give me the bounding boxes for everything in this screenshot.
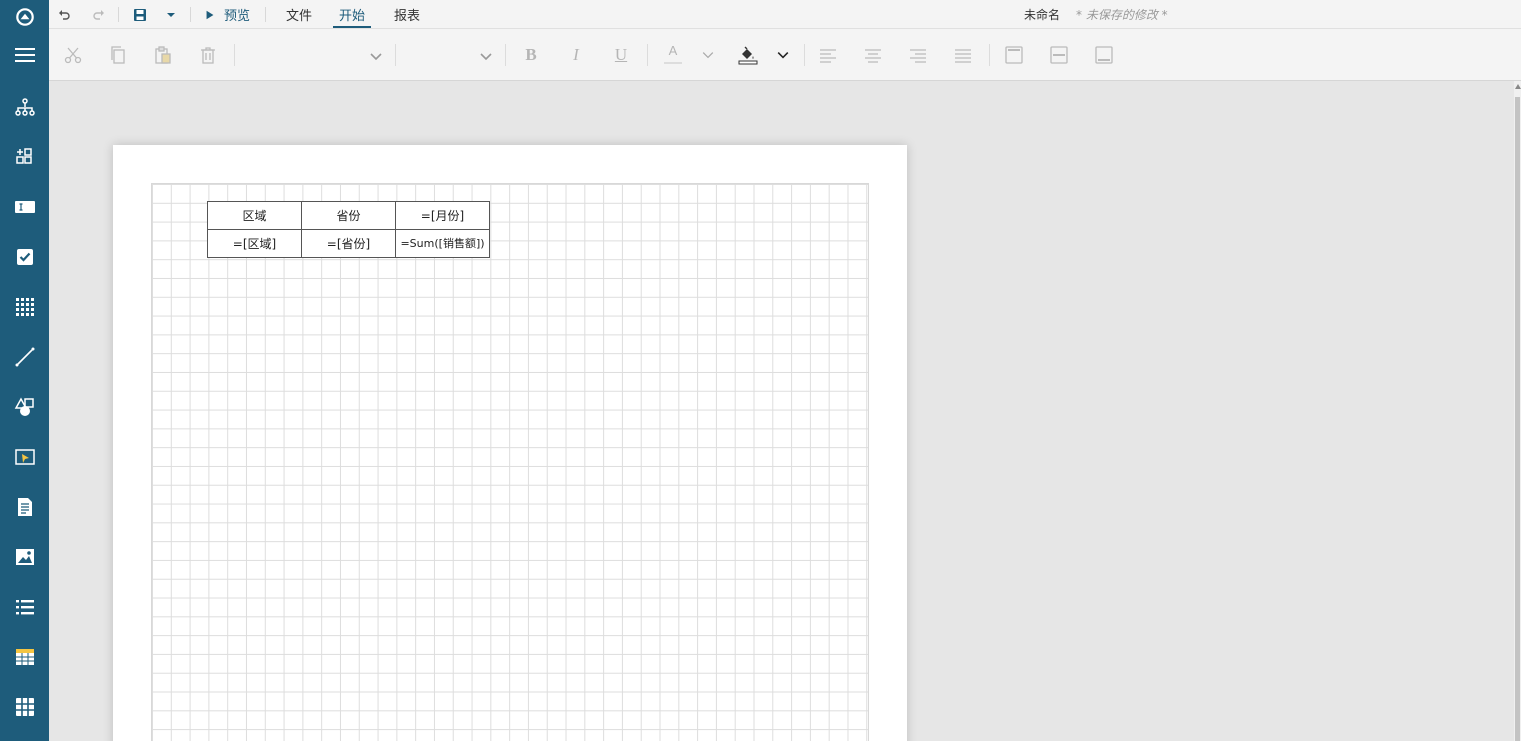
fill-color-dropdown[interactable]	[769, 41, 797, 69]
unsaved-status: * 未保存的修改 *	[1076, 8, 1168, 22]
table-cell[interactable]: 区域	[207, 201, 302, 230]
active-tab-indicator	[333, 26, 371, 28]
align-right-icon[interactable]	[904, 41, 932, 69]
font-size-select[interactable]	[405, 43, 495, 69]
chevron-down-icon	[777, 52, 789, 59]
cut-icon[interactable]	[59, 41, 87, 69]
valign-bottom-icon[interactable]	[1090, 41, 1118, 69]
underline-button[interactable]: U	[607, 41, 635, 69]
chevron-down-icon	[702, 52, 714, 59]
image-icon[interactable]	[0, 532, 49, 582]
undo-icon[interactable]	[57, 0, 71, 29]
copy-icon[interactable]	[104, 41, 132, 69]
menu-icon[interactable]	[0, 30, 49, 80]
line-icon[interactable]	[0, 332, 49, 382]
top-menu-bar: 预览 文件 开始 报表 未命名 * 未保存的修改 *	[49, 0, 1521, 29]
italic-button[interactable]: I	[562, 41, 590, 69]
ribbon-toolbar: B I U A	[49, 29, 1521, 81]
tab-home-label: 开始	[339, 9, 366, 24]
data-tree-icon[interactable]	[0, 82, 49, 132]
align-center-icon[interactable]	[859, 41, 887, 69]
table-cell[interactable]: =Sum([销售额])	[395, 229, 490, 258]
bold-button[interactable]: B	[517, 41, 545, 69]
tab-home[interactable]: 开始	[339, 0, 365, 29]
document-title: 未命名	[1024, 8, 1061, 22]
valign-top-icon[interactable]	[1000, 41, 1028, 69]
table-cell[interactable]: =[区域]	[207, 229, 302, 258]
delete-icon[interactable]	[194, 41, 222, 69]
font-color-bar-icon	[664, 62, 682, 64]
scroll-up-icon[interactable]	[1515, 84, 1521, 89]
save-dropdown-icon[interactable]	[164, 0, 178, 29]
vertical-scrollbar[interactable]	[1514, 81, 1521, 741]
redo-icon[interactable]	[92, 0, 106, 29]
font-color-button[interactable]: A	[659, 41, 687, 69]
table-icon[interactable]	[0, 632, 49, 682]
font-color-dropdown[interactable]	[694, 41, 722, 69]
chevron-down-icon	[370, 53, 382, 61]
shapes-icon[interactable]	[0, 382, 49, 432]
textbox-icon[interactable]	[0, 182, 49, 232]
checkbox-icon[interactable]	[0, 232, 49, 282]
justify-icon[interactable]	[949, 41, 977, 69]
table-header-row: 区域 省份 =[月份]	[207, 201, 490, 230]
report-table[interactable]: 区域 省份 =[月份] =[区域] =[省份] =Sum([销售额])	[207, 201, 490, 258]
tab-file[interactable]: 文件	[286, 0, 312, 29]
preview-button[interactable]: 预览	[204, 0, 250, 29]
table-detail-row: =[区域] =[省份] =Sum([销售额])	[207, 229, 490, 258]
scrollbar-thumb[interactable]	[1515, 97, 1520, 741]
table-cell[interactable]: =[省份]	[301, 229, 396, 258]
design-grid	[151, 183, 869, 741]
table-cell[interactable]: =[月份]	[395, 201, 490, 230]
paste-icon[interactable]	[149, 41, 177, 69]
save-icon[interactable]	[133, 0, 147, 29]
left-toolbox	[0, 0, 49, 741]
list-icon[interactable]	[0, 582, 49, 632]
barcode-icon[interactable]	[0, 282, 49, 332]
align-left-icon[interactable]	[814, 41, 842, 69]
paint-bucket-icon	[738, 46, 758, 65]
richtext-icon[interactable]	[0, 482, 49, 532]
tab-report-label: 报表	[394, 9, 421, 24]
valign-middle-icon[interactable]	[1045, 41, 1073, 69]
chevron-down-icon	[480, 53, 492, 61]
fill-color-button[interactable]	[734, 41, 762, 69]
tab-report[interactable]: 报表	[394, 0, 420, 29]
tablix-icon[interactable]	[0, 682, 49, 732]
tab-file-label: 文件	[286, 9, 313, 24]
preview-label: 预览	[224, 9, 251, 24]
report-page[interactable]: 区域 省份 =[月份] =[区域] =[省份] =Sum([销售额])	[113, 145, 907, 741]
add-component-icon[interactable]	[0, 132, 49, 182]
design-canvas: 区域 省份 =[月份] =[区域] =[省份] =Sum([销售额])	[49, 81, 1521, 741]
font-family-select[interactable]	[243, 43, 385, 69]
input-field-icon[interactable]	[0, 432, 49, 482]
table-cell[interactable]: 省份	[301, 201, 396, 230]
